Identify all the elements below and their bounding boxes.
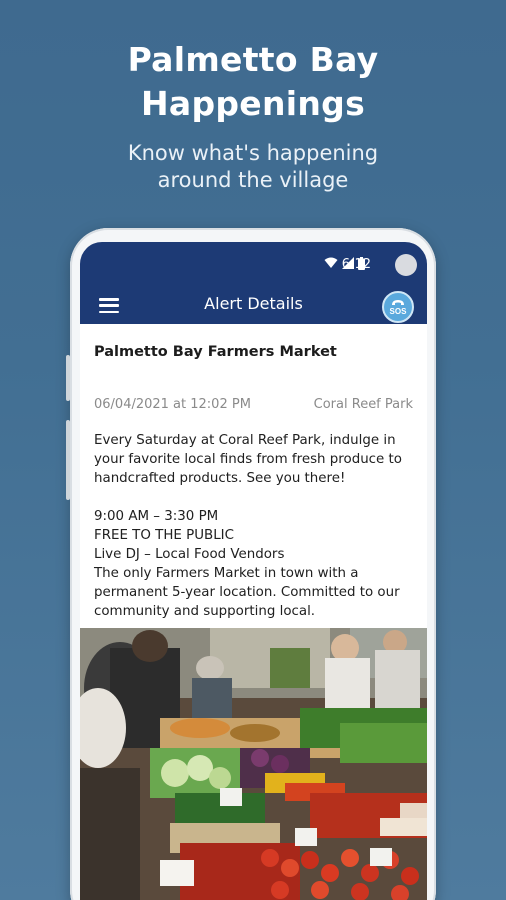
promo-subtitle-line-2: around the village [157,168,349,192]
sos-button[interactable]: SOS [382,291,414,323]
market-photo-image [80,628,427,900]
phone-screen: 6:12 Alert Details SOS Palmetto Bay Farm… [80,242,427,900]
alert-meta: 06/04/2021 at 12:02 PM Coral Reef Park [94,397,413,412]
alert-content: Palmetto Bay Farmers Market 06/04/2021 a… [80,344,427,621]
alert-hours: 9:00 AM – 3:30 PM [94,509,219,524]
alert-closing: The only Farmers Market in town with a p… [94,566,400,619]
promo-title: Palmetto Bay Happenings [0,38,506,126]
status-bar: 6:12 [80,242,427,288]
phone-side-button [66,355,70,401]
alert-body: Every Saturday at Coral Reef Park, indul… [94,431,413,621]
wifi-icon [324,257,338,268]
alert-extras: Live DJ – Local Food Vendors [94,547,285,562]
alert-datetime: 06/04/2021 at 12:02 PM [94,397,251,412]
promo-subtitle: Know what's happening around the village [0,140,506,194]
promo-title-line-2: Happenings [140,84,366,123]
market-photo [80,628,427,900]
alert-title: Palmetto Bay Farmers Market [94,344,337,360]
alert-location: Coral Reef Park [313,397,413,412]
page-title: Alert Details [204,294,303,313]
alert-description: Every Saturday at Coral Reef Park, indul… [94,433,402,486]
promo-title-line-1: Palmetto Bay [127,40,379,79]
avatar[interactable] [395,254,417,276]
phone-side-button [66,420,70,500]
alert-admission: FREE TO THE PUBLIC [94,528,234,543]
status-time: 6:12 [341,257,371,272]
sos-phone-icon [392,299,404,305]
app-bar: Alert Details SOS [80,288,427,324]
promo-subtitle-line-1: Know what's happening [127,141,379,165]
sos-label: SOS [389,306,407,316]
